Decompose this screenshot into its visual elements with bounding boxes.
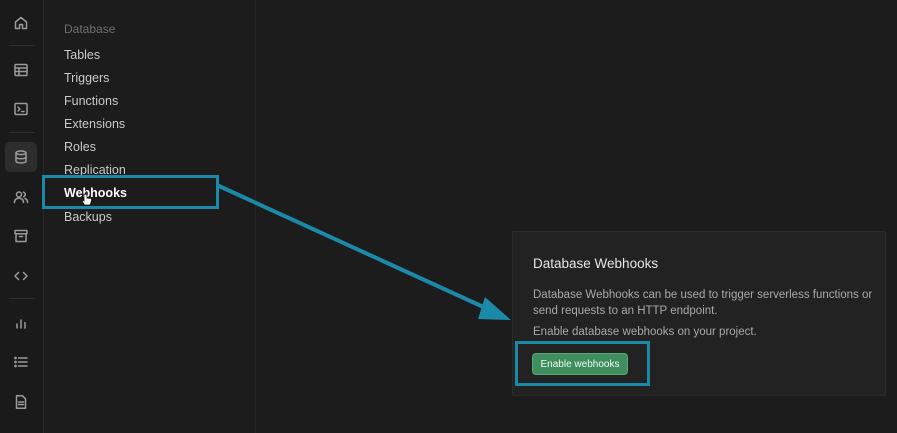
document-icon[interactable] — [5, 387, 37, 417]
app-window: Database Tables Triggers Functions Exten… — [0, 0, 897, 433]
menu-section-heading: Database — [64, 22, 116, 36]
home-icon[interactable] — [5, 8, 37, 38]
table-icon[interactable] — [5, 55, 37, 85]
code-icon[interactable] — [5, 261, 37, 291]
database-icon[interactable] — [5, 142, 37, 172]
card-hint: Enable database webhooks on your project… — [533, 326, 757, 338]
menu-item-triggers[interactable]: Triggers — [64, 71, 109, 85]
menu-item-roles[interactable]: Roles — [64, 140, 96, 154]
rail-divider — [9, 132, 35, 133]
rail-divider — [9, 45, 35, 46]
card-title: Database Webhooks — [533, 256, 659, 271]
menu-item-extensions[interactable]: Extensions — [64, 117, 125, 131]
rail-divider — [9, 298, 35, 299]
chart-icon[interactable] — [5, 308, 37, 338]
users-icon[interactable] — [5, 182, 37, 212]
icon-rail — [0, 0, 44, 433]
card-description: Database Webhooks can be used to trigger… — [533, 289, 873, 317]
list-icon[interactable] — [5, 347, 37, 377]
terminal-icon[interactable] — [5, 94, 37, 124]
webhooks-highlight-box — [42, 175, 219, 209]
menu-item-tables[interactable]: Tables — [64, 48, 100, 62]
button-highlight-box — [515, 341, 650, 386]
archive-icon[interactable] — [5, 221, 37, 251]
menu-item-functions[interactable]: Functions — [64, 94, 118, 108]
database-menu: Database Tables Triggers Functions Exten… — [44, 0, 256, 433]
menu-item-backups[interactable]: Backups — [64, 210, 112, 224]
